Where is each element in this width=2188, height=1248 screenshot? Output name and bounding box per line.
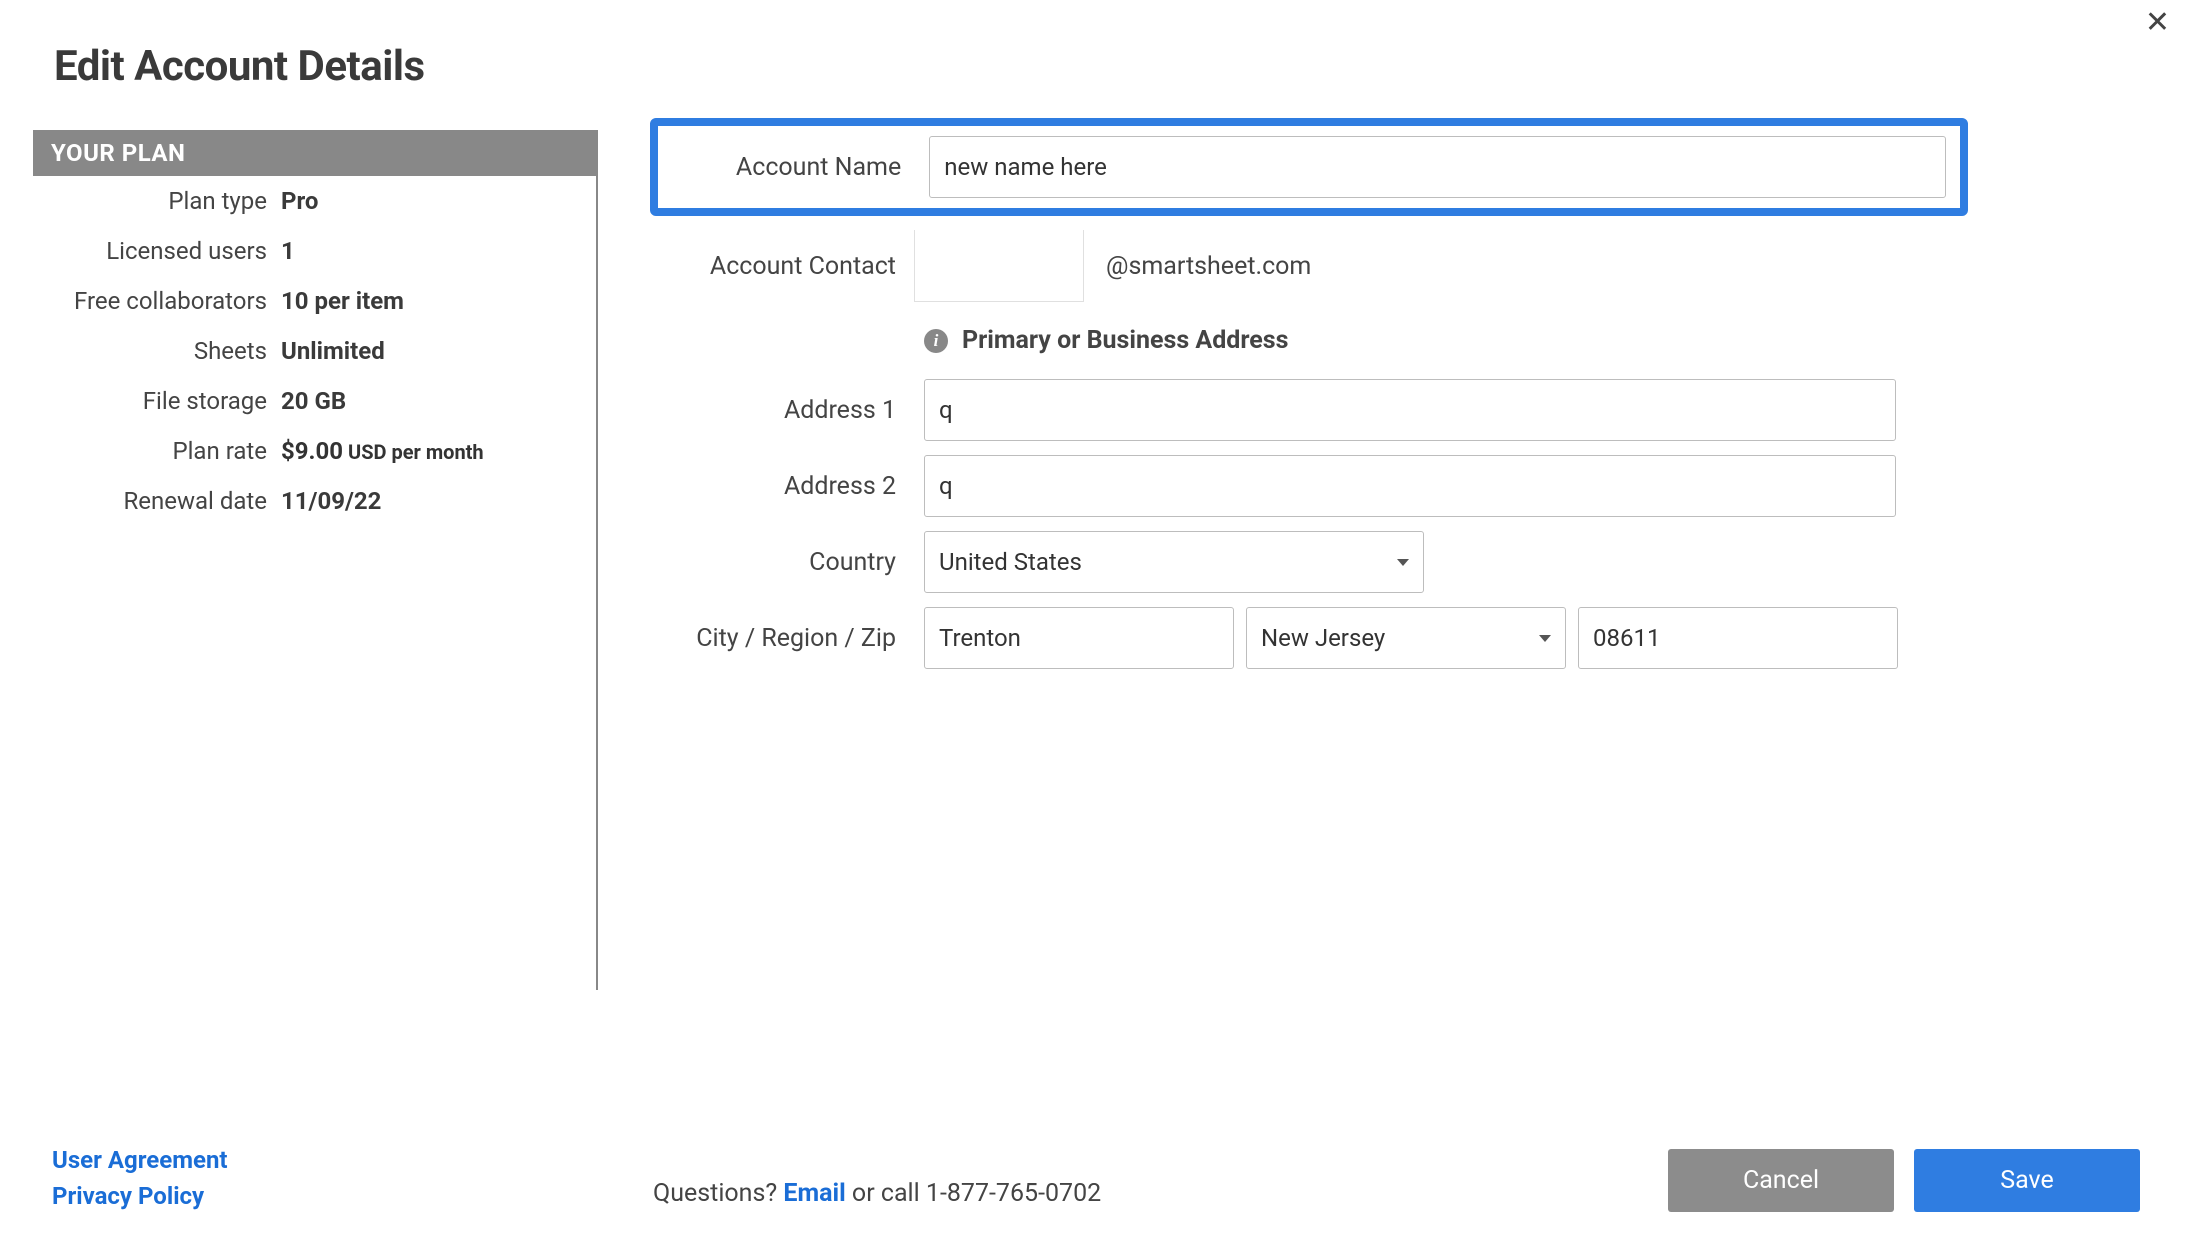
sheets-value: Unlimited bbox=[281, 337, 385, 365]
footer-questions: Questions? Email or call 1-877-765-0702 bbox=[653, 1179, 1101, 1208]
footer-links: User Agreement Privacy Policy bbox=[52, 1142, 228, 1214]
country-value: United States bbox=[939, 548, 1397, 576]
region-select[interactable]: New Jersey bbox=[1246, 607, 1566, 669]
plan-row-plan-type: Plan type Pro bbox=[33, 176, 598, 226]
save-button[interactable]: Save bbox=[1914, 1149, 2140, 1212]
city-region-zip-label: City / Region / Zip bbox=[664, 624, 896, 653]
sheets-label: Sheets bbox=[33, 337, 281, 365]
region-value: New Jersey bbox=[1261, 624, 1539, 652]
plan-header: YOUR PLAN bbox=[33, 130, 598, 176]
address-heading: Primary or Business Address bbox=[962, 326, 1288, 355]
plan-row-free-collaborators: Free collaborators 10 per item bbox=[33, 276, 598, 326]
plan-rate-label: Plan rate bbox=[33, 437, 281, 465]
address1-label: Address 1 bbox=[664, 396, 896, 425]
free-collaborators-label: Free collaborators bbox=[33, 287, 281, 315]
plan-row-sheets: Sheets Unlimited bbox=[33, 326, 598, 376]
footer-buttons: Cancel Save bbox=[1668, 1149, 2140, 1212]
plan-rate-amount: $9.00 bbox=[281, 437, 343, 465]
info-icon: i bbox=[924, 329, 948, 353]
account-contact-row: Account Contact @smartsheet.com bbox=[664, 230, 1984, 302]
renewal-date-value: 11/09/22 bbox=[281, 487, 381, 515]
account-form: Account Name Account Contact @smartsheet… bbox=[664, 128, 1984, 683]
questions-suffix: or call 1-877-765-0702 bbox=[846, 1179, 1101, 1208]
plan-row-renewal-date: Renewal date 11/09/22 bbox=[33, 476, 598, 526]
country-row: Country United States bbox=[664, 531, 1984, 593]
account-contact-label: Account Contact bbox=[664, 252, 896, 281]
user-agreement-link[interactable]: User Agreement bbox=[52, 1142, 228, 1178]
vertical-divider bbox=[596, 130, 598, 990]
cancel-button[interactable]: Cancel bbox=[1668, 1149, 1894, 1212]
zip-input[interactable] bbox=[1578, 607, 1898, 669]
address1-row: Address 1 bbox=[664, 379, 1984, 441]
account-contact-value: @smartsheet.com bbox=[1106, 248, 1311, 285]
account-name-label: Account Name bbox=[672, 153, 901, 182]
account-contact-redacted-box bbox=[914, 230, 1084, 302]
address2-row: Address 2 bbox=[664, 455, 1984, 517]
licensed-users-label: Licensed users bbox=[33, 237, 281, 265]
city-region-zip-row: City / Region / Zip New Jersey bbox=[664, 607, 1984, 669]
account-name-input[interactable] bbox=[929, 136, 1946, 198]
country-select[interactable]: United States bbox=[924, 531, 1424, 593]
plan-rate-unit: USD per month bbox=[343, 440, 484, 464]
address2-input[interactable] bbox=[924, 455, 1896, 517]
plan-row-licensed-users: Licensed users 1 bbox=[33, 226, 598, 276]
free-collaborators-value: 10 per item bbox=[281, 287, 404, 315]
plan-type-value: Pro bbox=[281, 187, 318, 215]
address1-input[interactable] bbox=[924, 379, 1896, 441]
licensed-users-value: 1 bbox=[281, 237, 295, 265]
email-link[interactable]: Email bbox=[783, 1179, 845, 1208]
country-label: Country bbox=[664, 548, 896, 577]
caret-down-icon bbox=[1539, 635, 1551, 642]
file-storage-value: 20 GB bbox=[281, 387, 346, 415]
caret-down-icon bbox=[1397, 559, 1409, 566]
page-title: Edit Account Details bbox=[54, 42, 425, 91]
plan-type-label: Plan type bbox=[33, 187, 281, 215]
address2-label: Address 2 bbox=[664, 472, 896, 501]
plan-sidebar: YOUR PLAN Plan type Pro Licensed users 1… bbox=[33, 130, 598, 526]
plan-row-plan-rate: Plan rate $9.00 USD per month bbox=[33, 426, 598, 476]
account-name-highlight: Account Name bbox=[650, 118, 1968, 216]
address-heading-row: i Primary or Business Address bbox=[924, 326, 1984, 355]
city-input[interactable] bbox=[924, 607, 1234, 669]
plan-rate-value: $9.00 USD per month bbox=[281, 437, 484, 465]
plan-row-file-storage: File storage 20 GB bbox=[33, 376, 598, 426]
file-storage-label: File storage bbox=[33, 387, 281, 415]
close-icon[interactable]: ✕ bbox=[2145, 8, 2170, 38]
privacy-policy-link[interactable]: Privacy Policy bbox=[52, 1178, 228, 1214]
questions-prefix: Questions? bbox=[653, 1179, 783, 1208]
renewal-date-label: Renewal date bbox=[33, 487, 281, 515]
